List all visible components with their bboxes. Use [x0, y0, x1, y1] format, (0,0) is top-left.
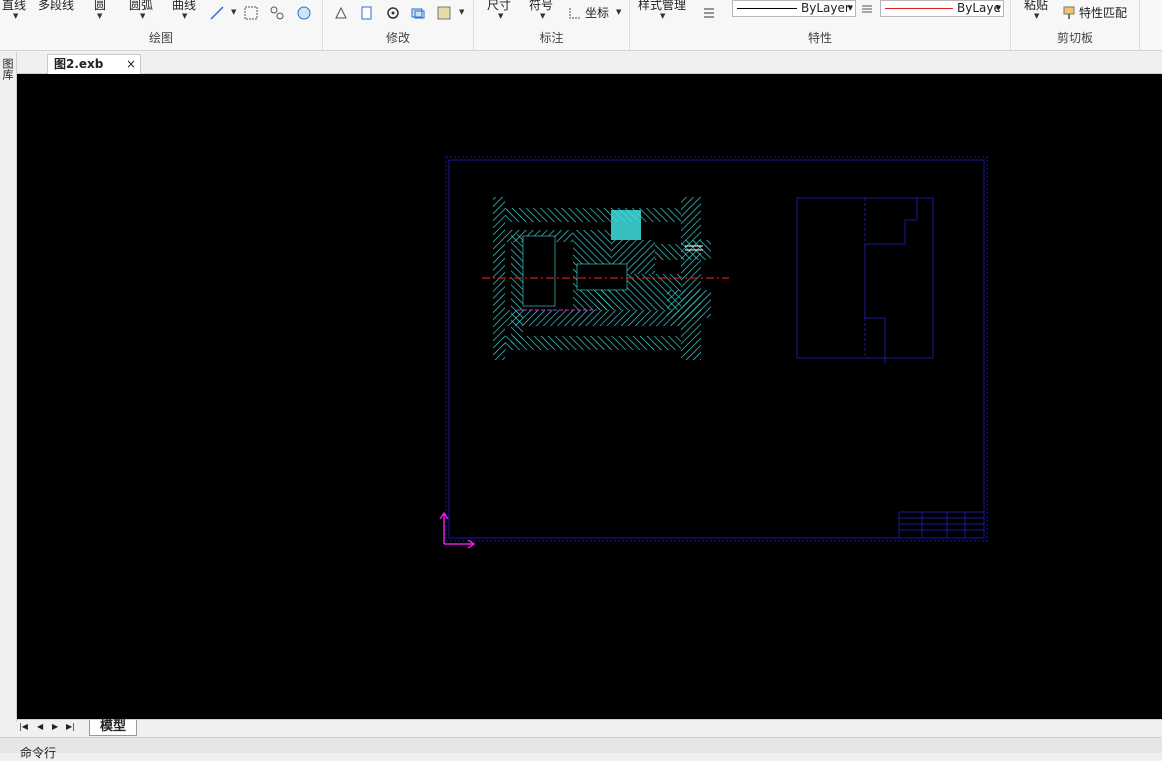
line-tool-dropdown-arrow[interactable]: ▼: [231, 8, 236, 16]
dimension-dropdown-arrow[interactable]: ▼: [498, 12, 503, 20]
linetype-value: ByLayer: [801, 1, 850, 15]
coordinate-icon: [566, 4, 584, 22]
chevron-down-icon: ▼: [995, 4, 1001, 12]
layout-tab-bar: |◀ ◀ ▶ ▶| 模型: [17, 719, 1162, 737]
document-tab[interactable]: 图2.exb ×: [47, 54, 141, 74]
color-combo[interactable]: ByLaye ▼: [880, 0, 1004, 17]
command-line[interactable]: 命令行: [0, 737, 1162, 760]
arc-dropdown-arrow[interactable]: ▼: [140, 12, 145, 20]
fillet-icon[interactable]: [268, 4, 286, 22]
last-layout-button[interactable]: ▶|: [66, 722, 75, 731]
array-icon[interactable]: [409, 4, 427, 22]
circle-dropdown-arrow[interactable]: ▼: [97, 12, 102, 20]
layer-icon[interactable]: [858, 0, 876, 18]
draw-group-title: 绘图: [148, 31, 173, 45]
edit-block-icon[interactable]: [435, 4, 453, 22]
next-layout-button[interactable]: ▶: [52, 722, 58, 731]
properties-group: 样式管理 ▼ ByLayer ▼ ByLaye ▼ 特性: [630, 0, 1011, 50]
side-panel-label[interactable]: 图库: [1, 58, 14, 80]
paste-dropdown-arrow[interactable]: ▼: [1034, 12, 1039, 20]
drawing-canvas[interactable]: [17, 74, 1162, 719]
annotate-group: 尺寸 ▼ 符号 ▼ 坐标 ▼ 标注: [474, 0, 630, 50]
chevron-down-icon: ▼: [847, 4, 853, 12]
line-tool-icon[interactable]: [208, 4, 226, 22]
modify-group-title: 修改: [385, 31, 410, 45]
title-block: [898, 511, 985, 539]
properties-group-title: 特性: [807, 31, 832, 45]
curve-dropdown-arrow[interactable]: ▼: [182, 12, 187, 20]
annotate-group-title: 标注: [539, 31, 564, 45]
model-tab[interactable]: 模型: [89, 720, 138, 736]
clipboard-group: 粘贴 ▼ 特性匹配 剪切板: [1011, 0, 1140, 50]
modify-more-arrow[interactable]: ▼: [459, 8, 464, 16]
line-dropdown-arrow[interactable]: ▼: [13, 12, 18, 20]
lineweight-icon[interactable]: [700, 4, 718, 22]
close-icon[interactable]: ×: [126, 55, 136, 73]
document-tab-label: 图2.exb: [54, 57, 104, 71]
clipboard-group-title: 剪切板: [1056, 31, 1093, 45]
ribbon: 直线 ▼ 多段线 圆 ▼ 圆弧 ▼ 曲线 ▼ ▼ 绘图 ▼ 修改 尺寸 ▼ 符号…: [0, 0, 1162, 51]
section-view: [482, 197, 729, 360]
hatch-icon[interactable]: [295, 4, 313, 22]
move-icon[interactable]: [332, 4, 350, 22]
symbol-dropdown-arrow[interactable]: ▼: [540, 12, 545, 20]
color-preview: [885, 8, 953, 9]
coordinate-dropdown-arrow[interactable]: ▼: [616, 8, 621, 16]
drawing-svg[interactable]: [17, 74, 1162, 719]
match-properties-button[interactable]: 特性匹配: [1079, 4, 1127, 21]
style-manager-dropdown-arrow[interactable]: ▼: [660, 12, 665, 20]
rectangle-icon[interactable]: [242, 4, 260, 22]
polyline-button[interactable]: 多段线: [38, 0, 74, 13]
side-panel-strip[interactable]: 图库: [0, 52, 17, 722]
draw-group: 直线 ▼ 多段线 圆 ▼ 圆弧 ▼ 曲线 ▼ ▼ 绘图: [0, 0, 323, 50]
ucs-axis-icon: [439, 511, 476, 549]
prev-layout-button[interactable]: ◀: [37, 722, 43, 731]
match-properties-icon: [1060, 4, 1078, 22]
linetype-combo[interactable]: ByLayer ▼: [732, 0, 856, 17]
coordinate-button[interactable]: 坐标: [585, 4, 609, 21]
command-line-label: 命令行: [20, 746, 57, 760]
side-view: [796, 197, 934, 364]
first-layout-button[interactable]: |◀: [19, 722, 28, 731]
color-value: ByLaye: [957, 1, 1001, 15]
document-tab-bar: 图2.exb ×: [17, 52, 1162, 74]
linetype-preview: [737, 8, 797, 9]
modify-group: ▼ 修改: [323, 0, 474, 50]
rotate-icon[interactable]: [384, 4, 402, 22]
copy-icon[interactable]: [358, 4, 376, 22]
